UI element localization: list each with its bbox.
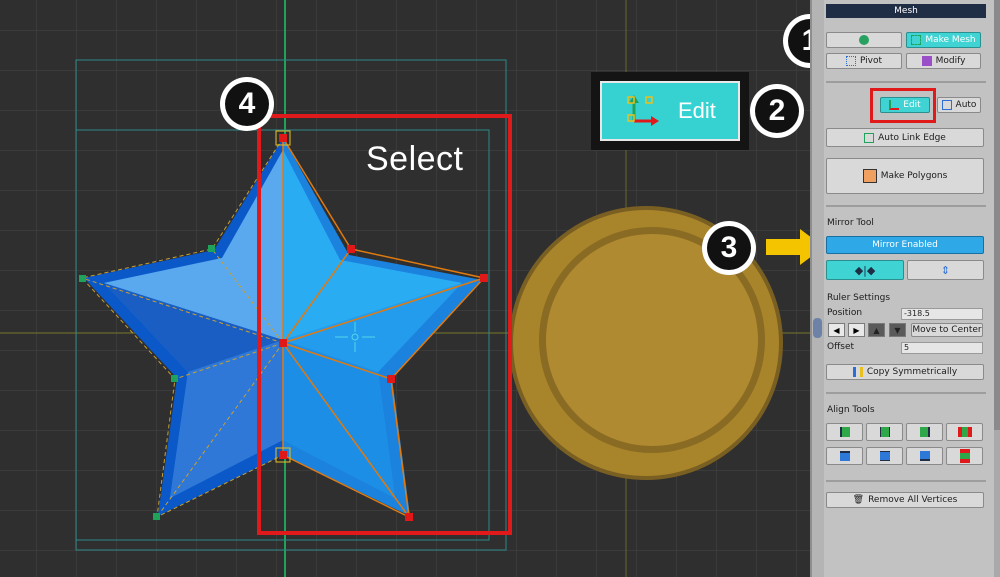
mirror-horizontal-icon: ◆|◆ — [854, 263, 876, 277]
trash-icon: 🗑 — [852, 495, 865, 505]
modify-button[interactable]: Modify — [906, 53, 981, 69]
auto-link-edge-label: Auto Link Edge — [878, 132, 946, 143]
make-polygons-label: Make Polygons — [880, 171, 948, 181]
copy-symmetrically-button[interactable]: Copy Symmetrically — [826, 364, 984, 380]
panel-divider — [826, 81, 986, 83]
panel-left-scrollbar[interactable] — [812, 0, 824, 577]
make-polygons-button[interactable]: Make Polygons — [826, 158, 984, 194]
mirror-enabled-button[interactable]: Mirror Enabled — [826, 236, 984, 254]
arrow-up-icon: ▲ — [873, 325, 880, 335]
panel-divider — [826, 480, 986, 482]
step-badge-3: 3 — [702, 221, 756, 275]
arrow-left-icon: ◀ — [833, 325, 840, 335]
panel-right-scrollbar[interactable] — [994, 0, 1000, 577]
position-field[interactable]: -318.5 — [901, 308, 983, 320]
make-mesh-icon — [911, 35, 922, 45]
pivot-button[interactable]: Pivot — [826, 53, 902, 69]
align-center-v-icon — [879, 451, 890, 461]
ruler-settings-label: Ruler Settings — [827, 293, 891, 303]
panel-title: Mesh — [826, 4, 986, 18]
distribute-v-button[interactable] — [946, 447, 983, 465]
distribute-h-button[interactable] — [946, 423, 983, 441]
arrow-down-icon: ▼ — [894, 325, 901, 335]
modify-icon — [921, 56, 932, 66]
edit-button-zoom-callout: Edit — [591, 72, 749, 150]
position-label: Position — [827, 308, 863, 318]
link-edge-icon — [864, 132, 875, 143]
mesh-panel — [810, 0, 1000, 577]
panel-divider — [826, 392, 986, 394]
edit-axis-icon — [627, 95, 659, 126]
align-top-icon — [839, 451, 850, 461]
setting-button[interactable] — [826, 32, 902, 48]
align-bottom-icon — [919, 451, 930, 461]
make-mesh-button[interactable]: Make Mesh — [906, 32, 981, 48]
ruler-down-button[interactable]: ▼ — [889, 323, 906, 337]
make-mesh-label: Make Mesh — [925, 35, 976, 45]
make-polygons-icon — [862, 169, 877, 183]
offset-field[interactable]: 5 — [901, 342, 983, 354]
distribute-h-icon — [957, 427, 972, 437]
copy-symmetrically-label: Copy Symmetrically — [866, 367, 958, 377]
panel-divider — [826, 205, 986, 207]
mirror-vertical-button[interactable]: ⇕ — [907, 260, 984, 280]
align-center-h-icon — [879, 427, 890, 437]
copy-symmetric-icon — [852, 367, 863, 377]
align-bottom-button[interactable] — [906, 447, 943, 465]
pivot-label: Pivot — [859, 56, 883, 66]
align-tools-label: Align Tools — [827, 405, 875, 415]
align-left-button[interactable] — [826, 423, 863, 441]
align-center-h-button[interactable] — [866, 423, 903, 441]
mirror-horizontal-button[interactable]: ◆|◆ — [826, 260, 904, 280]
modify-label: Modify — [935, 56, 966, 66]
align-center-v-button[interactable] — [866, 447, 903, 465]
arrow-right-icon: ▶ — [853, 325, 860, 335]
align-top-button[interactable] — [826, 447, 863, 465]
mirror-vertical-icon: ⇕ — [940, 263, 951, 277]
edit-zoom-label: Edit — [678, 98, 716, 123]
remove-all-vertices-label: Remove All Vertices — [868, 495, 958, 505]
ruler-up-button[interactable]: ▲ — [868, 323, 885, 337]
align-right-button[interactable] — [906, 423, 943, 441]
setting-icon — [859, 35, 869, 45]
auto-icon — [941, 100, 952, 110]
remove-all-vertices-button[interactable]: 🗑 Remove All Vertices — [826, 492, 984, 508]
step-badge-2: 2 — [750, 84, 804, 138]
auto-button[interactable]: Auto — [937, 97, 981, 113]
auto-link-edge-button[interactable]: Auto Link Edge — [826, 128, 984, 147]
pivot-icon — [845, 56, 856, 66]
align-right-icon — [919, 427, 930, 437]
distribute-v-icon — [959, 449, 970, 463]
auto-label: Auto — [955, 100, 977, 110]
step-badge-4: 4 — [220, 77, 274, 131]
ruler-left-button[interactable]: ◀ — [828, 323, 845, 337]
offset-label: Offset — [827, 342, 855, 352]
edit-highlight-box — [870, 88, 936, 123]
mirror-tool-label: Mirror Tool — [827, 218, 874, 228]
move-to-center-button[interactable]: Move to Center — [911, 323, 983, 337]
ruler-right-button[interactable]: ▶ — [848, 323, 865, 337]
select-caption: Select — [366, 140, 464, 178]
align-left-icon — [839, 427, 850, 437]
